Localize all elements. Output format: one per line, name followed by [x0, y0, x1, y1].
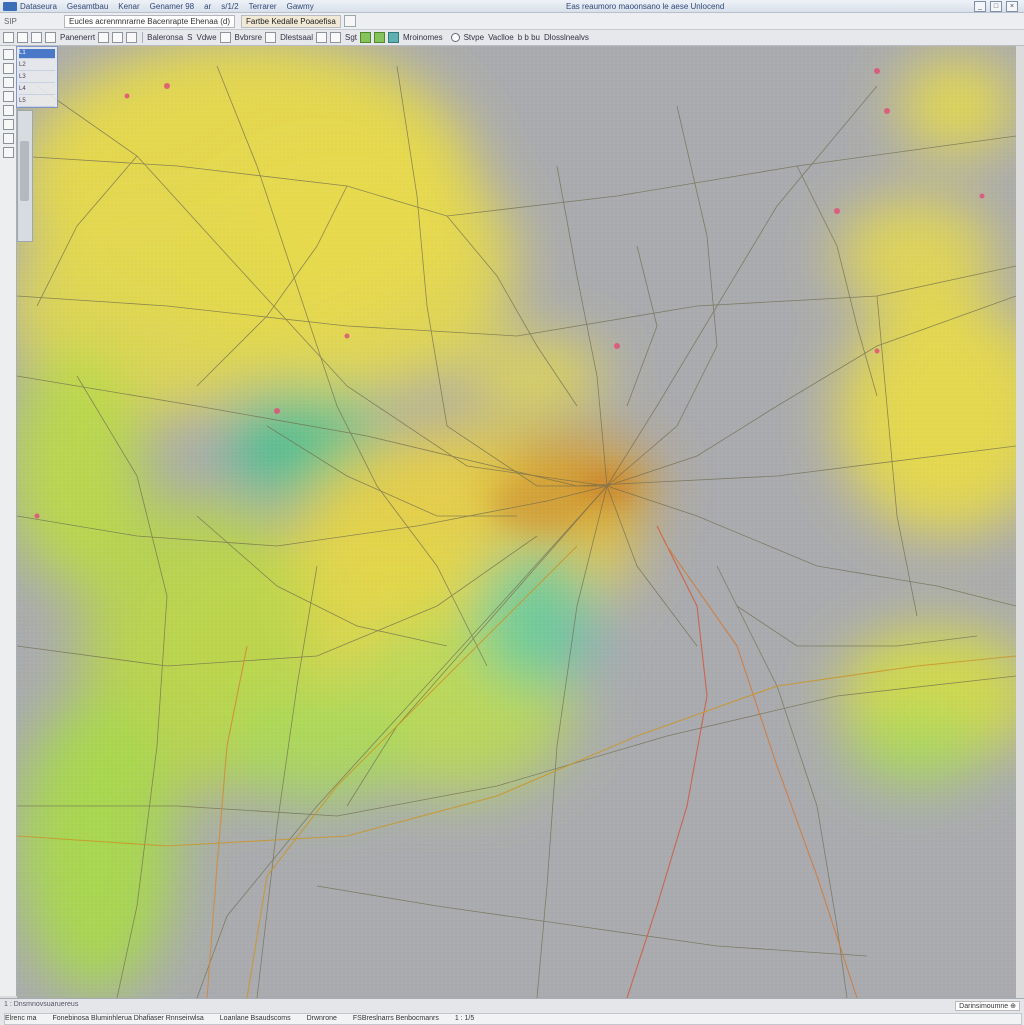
- label-tool-icon[interactable]: [3, 147, 14, 158]
- ribbon-options-button[interactable]: [343, 15, 356, 27]
- app-name-label: SIP: [4, 16, 17, 26]
- menu-item-7[interactable]: Terrarer: [249, 2, 277, 11]
- layers-tool-icon[interactable]: [3, 63, 14, 74]
- layer-scrollbar[interactable]: [17, 110, 33, 242]
- layer-item[interactable]: L1: [19, 49, 55, 59]
- ribbon-bar: SIP Eucles acrenmnrarne Bacenrapte Ehena…: [0, 13, 1024, 30]
- layer-list-panel: L1 L2 L3 L4 L5: [16, 46, 58, 108]
- coordinate-readout: Darinsimoumne ⊕: [955, 1001, 1020, 1011]
- zoom-out-icon[interactable]: [112, 32, 124, 43]
- status-segment: Fonebinosa Bluminhlerua Dhafiaser Rnnsei…: [52, 1015, 204, 1022]
- toolbar-label-8[interactable]: Mroinomes: [403, 33, 443, 42]
- new-map-icon[interactable]: [3, 32, 14, 43]
- toolbar-label-3[interactable]: S: [187, 33, 192, 42]
- menu-item-6[interactable]: s/1/2: [221, 2, 238, 11]
- layer-add-icon[interactable]: [360, 32, 372, 43]
- identify-icon[interactable]: [219, 32, 231, 43]
- layer-item[interactable]: L2: [19, 61, 55, 71]
- toolbar-right-label-1[interactable]: Stvpe: [464, 33, 484, 42]
- status-bar: 1 : Dnsmnovsuaruereus Darinsimoumne ⊕ El…: [0, 998, 1024, 1025]
- toolbar-right-label-2[interactable]: Vaclloe: [488, 33, 514, 42]
- menu-item-4[interactable]: Genamer 98: [150, 2, 194, 11]
- document-title: Eas reaumoro maoonsano le aese Unlocend: [566, 1, 725, 11]
- layer-item[interactable]: L4: [19, 85, 55, 95]
- snap-radio[interactable]: [450, 33, 460, 42]
- scrollbar-thumb[interactable]: [20, 141, 29, 201]
- toolbar-label-7[interactable]: Sgt: [345, 33, 357, 42]
- menu-item-5[interactable]: ar: [204, 2, 211, 11]
- menu-item-1[interactable]: Dataseura: [20, 2, 57, 11]
- print-icon[interactable]: [45, 32, 56, 43]
- map-render: [17, 46, 1016, 998]
- layer-path-field[interactable]: Eucles acrenmnrarne Bacenrapte Ehenaa (d…: [64, 14, 235, 28]
- save-icon[interactable]: [31, 32, 42, 43]
- status-segment: Loanlane Bsaudscoms: [219, 1015, 291, 1022]
- minimize-button[interactable]: _: [974, 1, 986, 12]
- layer-style-icon[interactable]: [374, 32, 386, 43]
- toolbar-label-4[interactable]: Vdwe: [197, 33, 217, 42]
- menu-item-2[interactable]: Gesamtbau: [67, 2, 108, 11]
- toolbar-right-label-4[interactable]: Dlosslnealvs: [544, 33, 589, 42]
- close-button[interactable]: ×: [1006, 1, 1018, 12]
- layer-item[interactable]: L5: [19, 97, 55, 107]
- mode-tab[interactable]: Fartbe Kedalle Poaoefisa: [240, 14, 341, 28]
- toolbar-right-label-3[interactable]: b b bu: [518, 33, 540, 42]
- edit-icon[interactable]: [330, 32, 341, 43]
- menu-item-8[interactable]: Gawmy: [287, 2, 314, 11]
- toolbar-divider: [142, 32, 144, 43]
- main-toolbar: Panenerrt Baleronsa S Vdwe Bvbrsre Dlest…: [0, 30, 1024, 46]
- status-segment: 1 : 1/5: [454, 1015, 475, 1022]
- tool-sidebar: [0, 46, 17, 996]
- raster-icon[interactable]: [388, 32, 400, 43]
- menu-item-3[interactable]: Kenar: [118, 2, 139, 11]
- draw-tool-icon[interactable]: [3, 91, 14, 102]
- status-line: Elrenc ma Fonebinosa Bluminhlerua Dhafia…: [4, 1013, 1022, 1025]
- status-segment: Elrenc ma: [5, 1015, 37, 1022]
- toolbar-label-5[interactable]: Bvbrsre: [235, 33, 263, 42]
- select-icon[interactable]: [265, 32, 277, 43]
- toolbar-label-6[interactable]: Dlestsaal: [280, 33, 313, 42]
- pan-icon[interactable]: [126, 32, 138, 43]
- node-tool-icon[interactable]: [3, 77, 14, 88]
- maximize-button[interactable]: □: [990, 1, 1002, 12]
- status-segment: Drwnrone: [306, 1015, 337, 1022]
- buffer-tool-icon[interactable]: [3, 133, 14, 144]
- layer-item[interactable]: L3: [19, 73, 55, 83]
- attribute-tool-icon[interactable]: [3, 105, 14, 116]
- app-logo-icon: [3, 1, 17, 11]
- title-bar: Dataseura Gesamtbau Kenar Genamer 98 ar …: [0, 0, 1024, 13]
- map-canvas[interactable]: [17, 46, 1016, 998]
- window-controls: _ □ ×: [974, 1, 1018, 12]
- zoom-in-icon[interactable]: [98, 32, 110, 43]
- measure-icon[interactable]: [316, 32, 327, 43]
- status-segment: FSBreslnarrs Benbocmanrs: [352, 1015, 439, 1022]
- pointer-tool-icon[interactable]: [3, 49, 14, 60]
- scale-indicator: 1 : Dnsmnovsuaruereus: [4, 1001, 79, 1008]
- toolbar-label-1[interactable]: Panenerrt: [60, 33, 95, 42]
- toolbar-label-2[interactable]: Baleronsa: [147, 33, 183, 42]
- query-tool-icon[interactable]: [3, 119, 14, 130]
- open-file-icon[interactable]: [17, 32, 28, 43]
